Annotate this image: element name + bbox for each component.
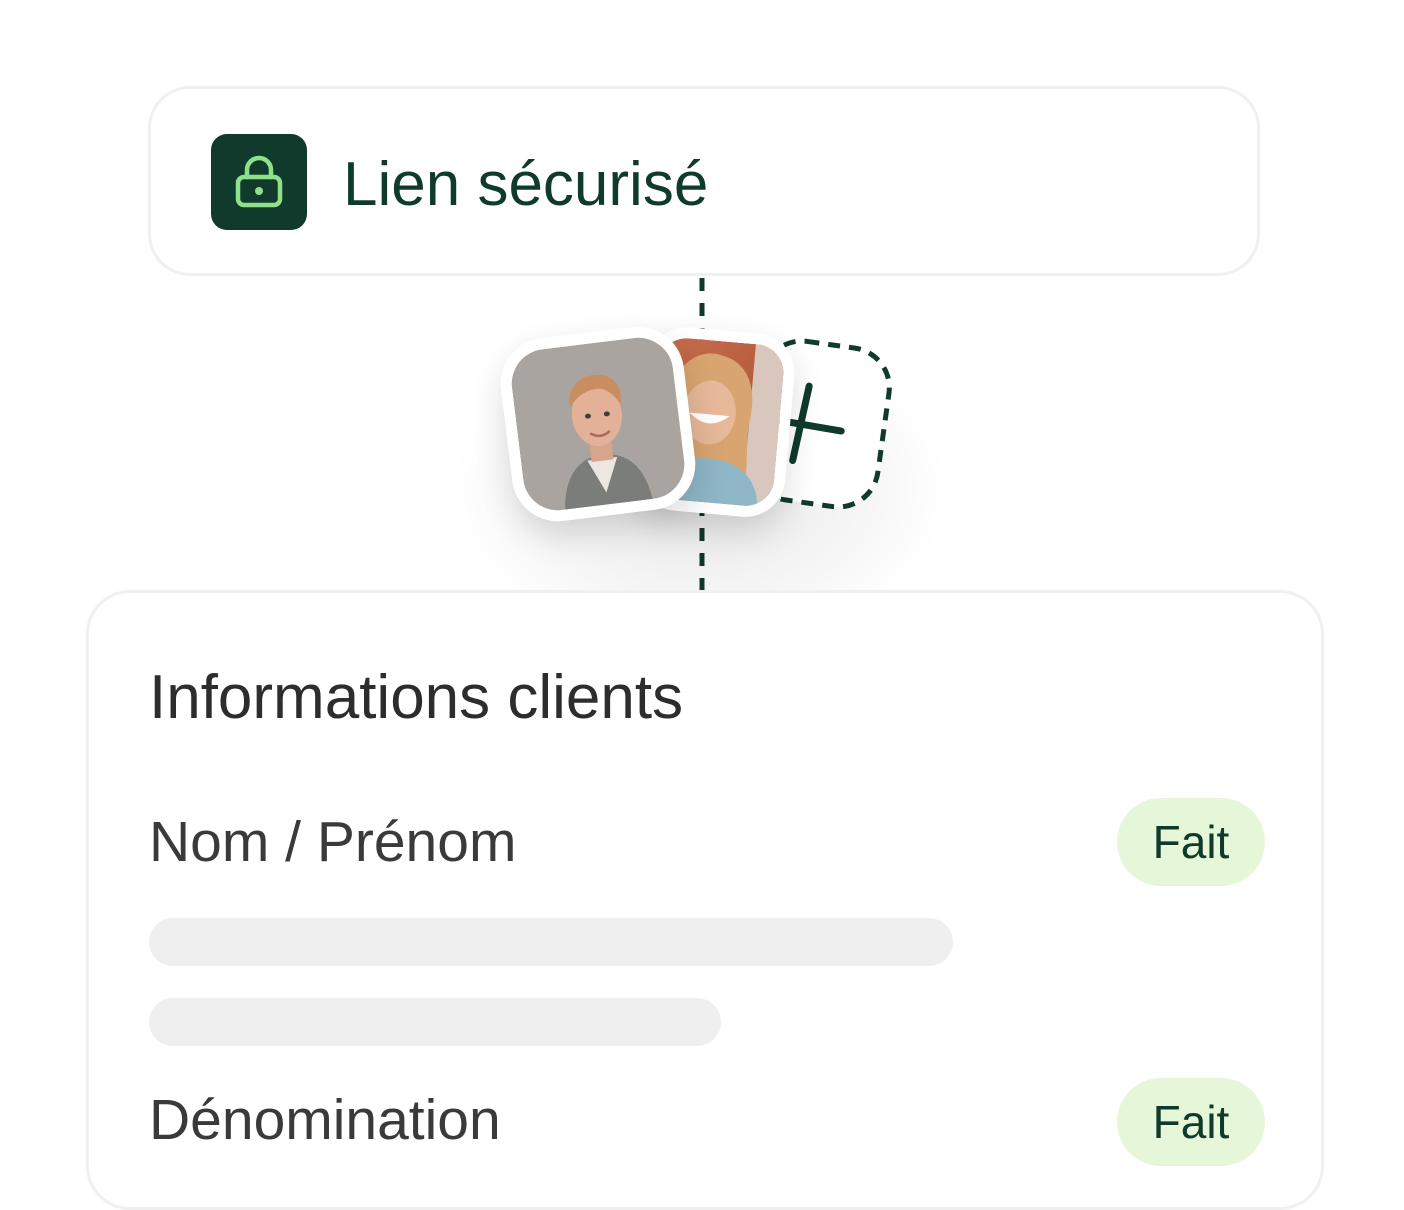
- field-label-denomination: Dénomination: [149, 1088, 501, 1152]
- secure-link-card[interactable]: Lien sécurisé: [148, 86, 1260, 276]
- secure-link-label: Lien sécurisé: [343, 150, 709, 219]
- status-badge: Fait: [1117, 1078, 1265, 1166]
- status-badge: Fait: [1117, 798, 1265, 886]
- avatar-man[interactable]: [495, 321, 701, 527]
- lock-icon: [211, 134, 307, 230]
- skeleton-line: [149, 918, 953, 966]
- client-info-title: Informations clients: [149, 663, 684, 732]
- field-label-name: Nom / Prénom: [149, 810, 517, 874]
- skeleton-line: [149, 998, 721, 1046]
- client-info-card: Informations clients Nom / Prénom Fait D…: [86, 590, 1324, 1210]
